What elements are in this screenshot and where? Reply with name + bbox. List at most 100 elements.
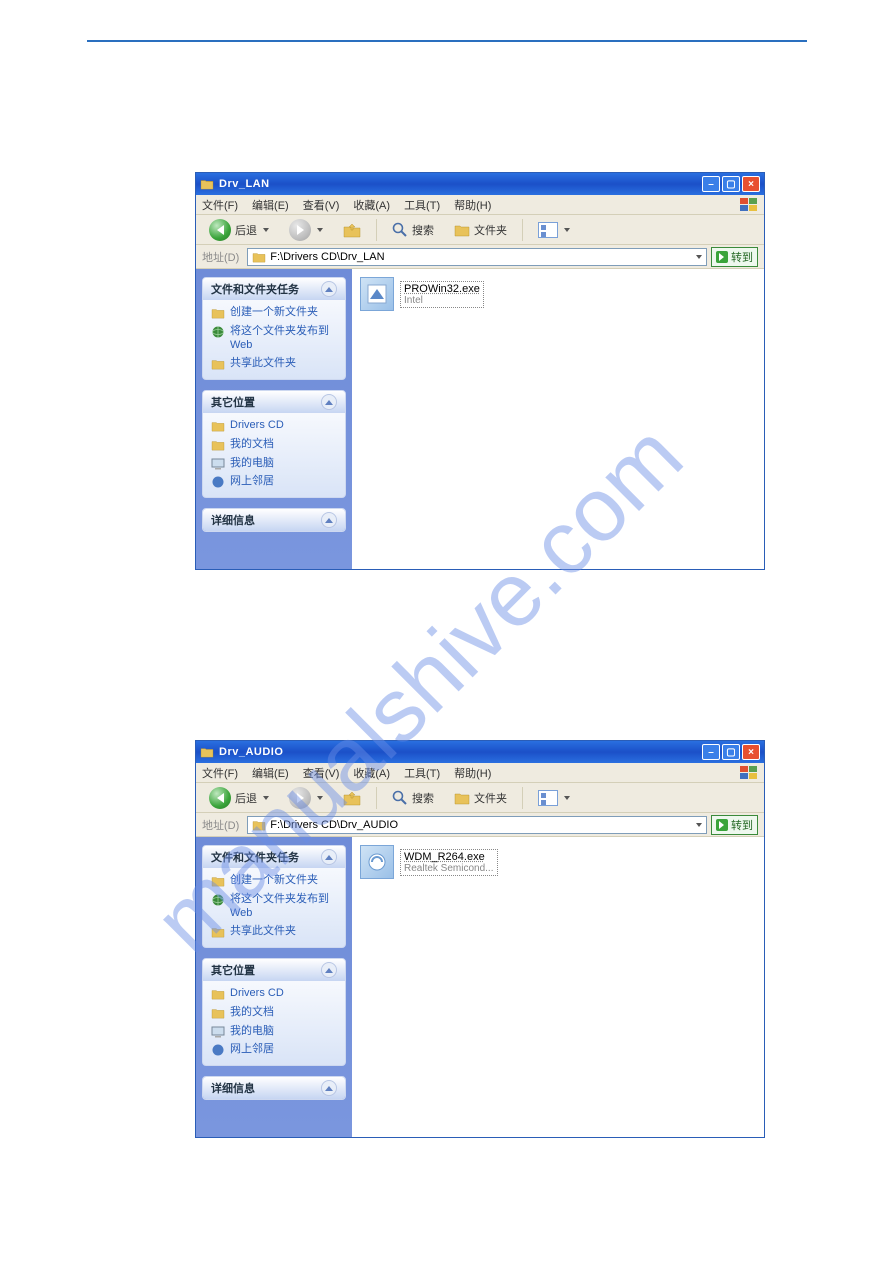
- panel-header[interactable]: 文件和文件夹任务: [203, 278, 345, 300]
- place-network[interactable]: 网上邻居: [211, 1043, 337, 1057]
- menu-file[interactable]: 文件(F): [202, 197, 238, 213]
- file-list-area[interactable]: PROWin32.exe Intel: [352, 269, 764, 569]
- share-folder-icon: [211, 926, 225, 938]
- menu-favorites[interactable]: 收藏(A): [353, 765, 390, 781]
- views-button[interactable]: [531, 219, 577, 241]
- go-label: 转到: [731, 817, 753, 833]
- menu-tools[interactable]: 工具(T): [404, 197, 440, 213]
- collapse-button[interactable]: [321, 512, 337, 528]
- panel-title: 文件和文件夹任务: [211, 849, 299, 865]
- place-drivers-cd[interactable]: Drivers CD: [211, 987, 337, 1001]
- link-label: 创建一个新文件夹: [230, 306, 318, 320]
- go-button[interactable]: 转到: [711, 815, 758, 835]
- file-list-area[interactable]: WDM_R264.exe Realtek Semicond...: [352, 837, 764, 1137]
- menu-tools[interactable]: 工具(T): [404, 765, 440, 781]
- task-publish-web[interactable]: 将这个文件夹发布到 Web: [211, 325, 337, 353]
- search-label: 搜索: [412, 222, 434, 238]
- collapse-button[interactable]: [321, 1080, 337, 1096]
- link-label: 共享此文件夹: [230, 357, 296, 371]
- chevron-down-icon: [263, 796, 269, 800]
- address-input[interactable]: F:\Drivers CD\Drv_AUDIO: [247, 816, 707, 834]
- place-my-documents[interactable]: 我的文档: [211, 1006, 337, 1020]
- panel-title: 详细信息: [211, 1080, 255, 1096]
- separator: [522, 219, 523, 241]
- panel-body: 创建一个新文件夹 将这个文件夹发布到 Web 共享此文件夹: [203, 300, 345, 379]
- computer-icon: [211, 1026, 225, 1038]
- address-input[interactable]: F:\Drivers CD\Drv_LAN: [247, 248, 707, 266]
- folder-up-icon: [343, 222, 361, 238]
- network-icon: [211, 1044, 225, 1056]
- forward-button[interactable]: [282, 784, 330, 812]
- place-drivers-cd[interactable]: Drivers CD: [211, 419, 337, 433]
- share-folder-icon: [211, 358, 225, 370]
- collapse-button[interactable]: [321, 849, 337, 865]
- menu-edit[interactable]: 编辑(E): [252, 765, 289, 781]
- link-label: 我的文档: [230, 438, 274, 452]
- close-button[interactable]: ×: [742, 176, 760, 192]
- menu-help[interactable]: 帮助(H): [454, 765, 491, 781]
- maximize-button[interactable]: ▢: [722, 176, 740, 192]
- maximize-button[interactable]: ▢: [722, 744, 740, 760]
- menu-help[interactable]: 帮助(H): [454, 197, 491, 213]
- task-new-folder[interactable]: 创建一个新文件夹: [211, 874, 337, 888]
- title-bar[interactable]: Drv_LAN – ▢ ×: [196, 173, 764, 195]
- menu-file[interactable]: 文件(F): [202, 765, 238, 781]
- panel-header[interactable]: 详细信息: [203, 509, 345, 531]
- toolbar: 后退 搜索 文件夹: [196, 215, 764, 245]
- folders-button[interactable]: 文件夹: [447, 219, 514, 241]
- minimize-button[interactable]: –: [702, 744, 720, 760]
- up-button[interactable]: [336, 219, 368, 241]
- back-icon: [209, 219, 231, 241]
- collapse-button[interactable]: [321, 394, 337, 410]
- folders-button[interactable]: 文件夹: [447, 787, 514, 809]
- task-new-folder[interactable]: 创建一个新文件夹: [211, 306, 337, 320]
- file-item[interactable]: WDM_R264.exe Realtek Semicond...: [360, 845, 498, 879]
- details-panel: 详细信息: [202, 1076, 346, 1100]
- documents-icon: [211, 1007, 225, 1019]
- file-tasks-panel: 文件和文件夹任务 创建一个新文件夹 将这个文件夹发布到 Web 共享此文件夹: [202, 277, 346, 380]
- menu-view[interactable]: 查看(V): [303, 197, 340, 213]
- views-button[interactable]: [531, 787, 577, 809]
- task-share-folder[interactable]: 共享此文件夹: [211, 925, 337, 939]
- address-path: F:\Drivers CD\Drv_AUDIO: [270, 819, 398, 831]
- computer-icon: [211, 458, 225, 470]
- other-places-panel: 其它位置 Drivers CD 我的文档 我的电脑 网上邻居: [202, 958, 346, 1066]
- place-my-computer[interactable]: 我的电脑: [211, 1025, 337, 1039]
- task-share-folder[interactable]: 共享此文件夹: [211, 357, 337, 371]
- panel-header[interactable]: 其它位置: [203, 391, 345, 413]
- forward-button[interactable]: [282, 216, 330, 244]
- back-button[interactable]: 后退: [202, 784, 276, 812]
- panel-title: 文件和文件夹任务: [211, 281, 299, 297]
- file-name: WDM_R264.exe: [404, 851, 494, 863]
- back-label: 后退: [235, 222, 257, 238]
- search-button[interactable]: 搜索: [385, 219, 441, 241]
- back-button[interactable]: 后退: [202, 216, 276, 244]
- go-button[interactable]: 转到: [711, 247, 758, 267]
- link-label: 将这个文件夹发布到 Web: [230, 893, 337, 921]
- minimize-button[interactable]: –: [702, 176, 720, 192]
- menu-favorites[interactable]: 收藏(A): [353, 197, 390, 213]
- title-bar[interactable]: Drv_AUDIO – ▢ ×: [196, 741, 764, 763]
- windows-logo-icon: [740, 198, 758, 212]
- chevron-up-icon: [325, 400, 333, 405]
- details-panel: 详细信息: [202, 508, 346, 532]
- panel-header[interactable]: 文件和文件夹任务: [203, 846, 345, 868]
- place-my-computer[interactable]: 我的电脑: [211, 457, 337, 471]
- place-network[interactable]: 网上邻居: [211, 475, 337, 489]
- menu-edit[interactable]: 编辑(E): [252, 197, 289, 213]
- panel-header[interactable]: 其它位置: [203, 959, 345, 981]
- forward-icon: [289, 219, 311, 241]
- window-body: 文件和文件夹任务 创建一个新文件夹 将这个文件夹发布到 Web 共享此文件夹 其…: [196, 837, 764, 1137]
- link-label: 共享此文件夹: [230, 925, 296, 939]
- collapse-button[interactable]: [321, 281, 337, 297]
- file-item[interactable]: PROWin32.exe Intel: [360, 277, 484, 311]
- up-button[interactable]: [336, 787, 368, 809]
- search-button[interactable]: 搜索: [385, 787, 441, 809]
- close-button[interactable]: ×: [742, 744, 760, 760]
- collapse-button[interactable]: [321, 962, 337, 978]
- panel-header[interactable]: 详细信息: [203, 1077, 345, 1099]
- menu-view[interactable]: 查看(V): [303, 765, 340, 781]
- document-page: manualshive.com Drv_LAN – ▢ × 文件(F) 编辑(E…: [0, 40, 893, 1138]
- task-publish-web[interactable]: 将这个文件夹发布到 Web: [211, 893, 337, 921]
- place-my-documents[interactable]: 我的文档: [211, 438, 337, 452]
